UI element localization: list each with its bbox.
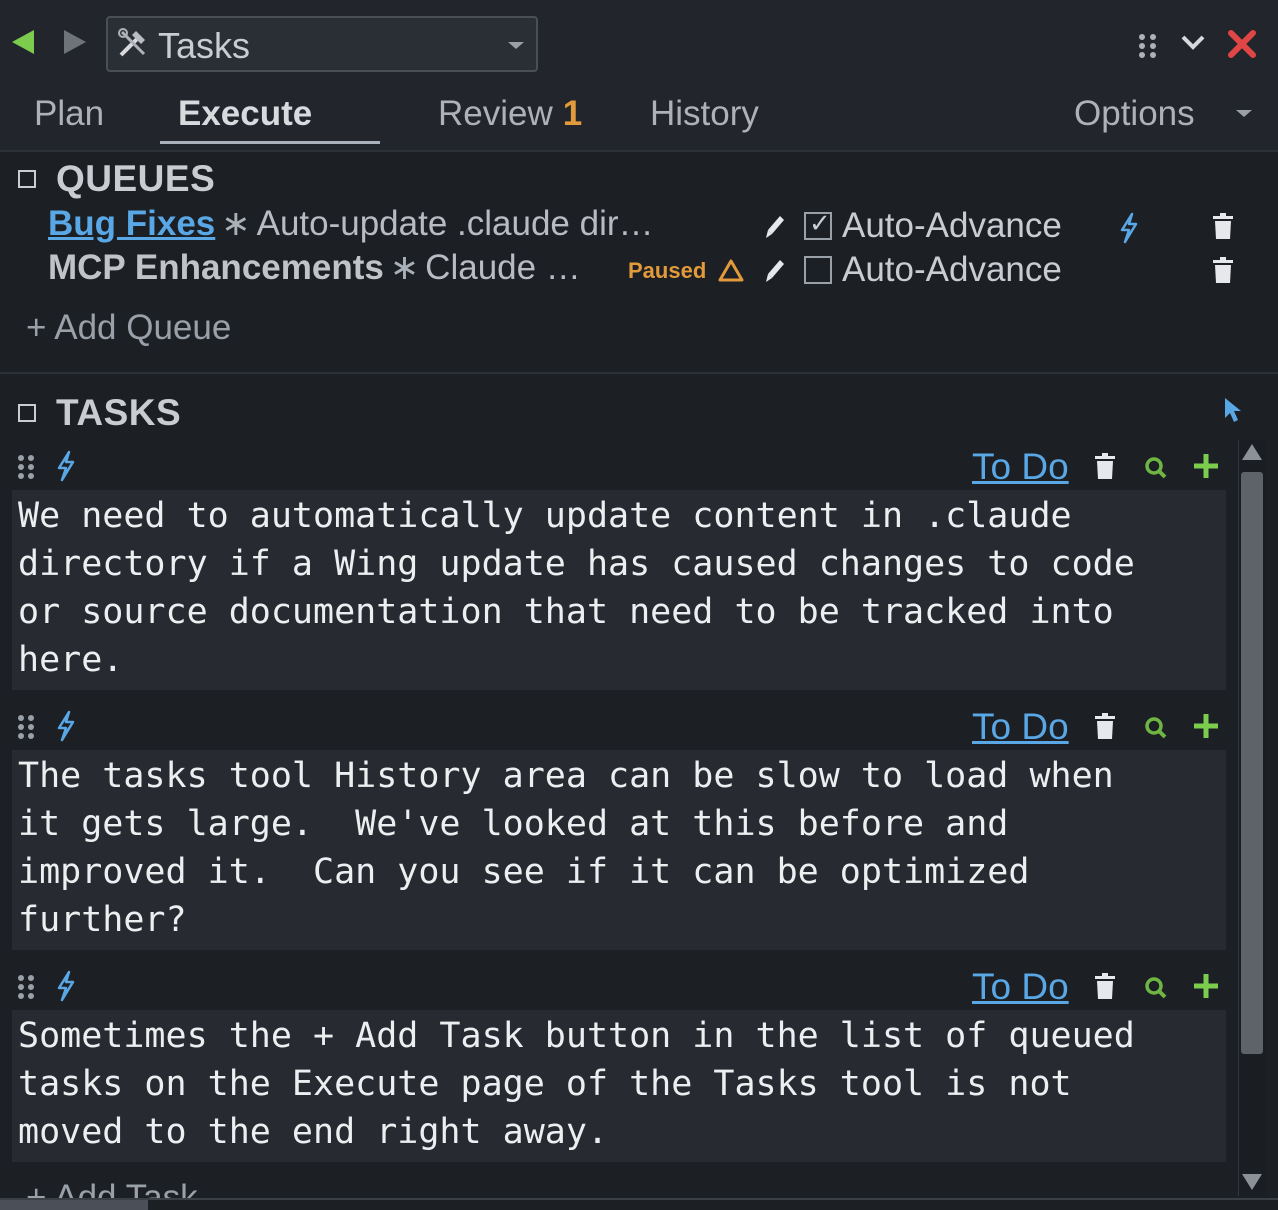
star-separator: ∗ (221, 204, 251, 243)
auto-advance-checkbox[interactable] (804, 256, 832, 284)
edit-pencil-icon[interactable] (764, 258, 786, 284)
task-description[interactable]: We need to automatically update content … (12, 490, 1226, 690)
trash-icon[interactable] (1212, 212, 1234, 240)
review-count-badge: 1 (562, 94, 583, 133)
add-icon[interactable] (1192, 972, 1220, 1000)
paused-status: Paused (628, 258, 707, 283)
tasks-heading: TASKS (56, 392, 182, 433)
task-list: To Do We need to automatically update co… (0, 440, 1236, 1200)
task-status-link[interactable]: To Do (972, 446, 1069, 488)
queue-task-icon[interactable] (1142, 714, 1168, 740)
task-item: To Do Sometimes the + Add Task button in… (12, 960, 1226, 1162)
task-header: To Do (12, 960, 1226, 1010)
tab-bar: Plan Execute Review 1 History Options (0, 88, 1278, 152)
lightning-bolt-icon[interactable] (54, 710, 78, 742)
tasks-collapse-toggle[interactable] (18, 404, 36, 422)
scrollbar-thumb[interactable] (1241, 472, 1263, 1054)
drag-handle-icon[interactable] (16, 974, 36, 1000)
tab-history[interactable]: History (650, 94, 759, 134)
checkmark-icon: ✓ (809, 208, 831, 238)
vertical-scrollbar[interactable] (1238, 440, 1266, 1196)
task-header: To Do (12, 440, 1226, 490)
queue-name[interactable]: MCP Enhancements (48, 248, 384, 287)
task-description[interactable]: The tasks tool History area can be slow … (12, 750, 1226, 950)
toolbar: Tasks (0, 0, 1278, 88)
tool-title: Tasks (158, 25, 251, 66)
task-item: To Do We need to automatically update co… (12, 440, 1226, 690)
tab-review[interactable]: Review 1 (438, 94, 582, 134)
section-divider (0, 372, 1278, 374)
queue-current-task: Claude … (425, 248, 581, 287)
collapse-chevron-icon[interactable] (1180, 32, 1206, 54)
horizontal-scroll-indicator[interactable] (0, 1200, 148, 1210)
tool-selector[interactable]: Tasks (106, 16, 538, 72)
queue-current-task: Auto-update .claude dir… (256, 204, 654, 243)
auto-advance-checkbox[interactable]: ✓ (804, 208, 832, 240)
trash-icon[interactable] (1212, 256, 1234, 284)
forward-arrow-icon[interactable] (64, 30, 86, 54)
queue-task-icon[interactable] (1142, 974, 1168, 1000)
close-icon[interactable] (1226, 28, 1258, 60)
tab-plan[interactable]: Plan (34, 94, 104, 134)
tab-options[interactable]: Options (1074, 94, 1195, 134)
trash-icon[interactable] (1094, 972, 1116, 1000)
warning-triangle-icon (718, 259, 744, 282)
task-description[interactable]: Sometimes the + Add Task button in the l… (12, 1010, 1226, 1162)
auto-advance-label: Auto-Advance (842, 206, 1062, 245)
edit-pencil-icon[interactable] (764, 214, 786, 240)
task-item: To Do The tasks tool History area can be… (12, 700, 1226, 950)
tools-icon (118, 28, 146, 57)
lightning-bolt-icon[interactable] (1116, 212, 1142, 244)
lightning-bolt-icon[interactable] (54, 450, 78, 482)
task-status-link[interactable]: To Do (972, 706, 1069, 748)
add-queue-button[interactable]: + Add Queue (26, 308, 231, 348)
queue-name-link[interactable]: Bug Fixes (48, 204, 215, 243)
queues-heading: QUEUES (56, 158, 216, 199)
auto-advance-label: Auto-Advance (842, 250, 1062, 289)
task-header: To Do (12, 700, 1226, 750)
trash-icon[interactable] (1094, 452, 1116, 480)
scroll-down-arrow-icon[interactable] (1242, 1174, 1262, 1190)
lightning-bolt-icon[interactable] (54, 970, 78, 1002)
chevron-down-icon (508, 42, 524, 49)
active-tab-underline (160, 141, 380, 144)
add-task-button[interactable]: + Add Task (26, 1178, 198, 1200)
scroll-up-arrow-icon[interactable] (1242, 444, 1262, 460)
drag-handle-icon[interactable] (1136, 32, 1160, 60)
queue-row: Bug Fixes ∗ Auto-update .claude dir… (48, 204, 654, 248)
add-icon[interactable] (1192, 712, 1220, 740)
queue-row: MCP Enhancements ∗ Claude … (48, 248, 581, 292)
add-icon[interactable] (1192, 452, 1220, 480)
tab-execute[interactable]: Execute (178, 94, 312, 134)
drag-handle-icon[interactable] (16, 454, 36, 480)
pointer-cursor-icon (1225, 398, 1241, 422)
tab-review-label: Review (438, 94, 553, 133)
task-status-link[interactable]: To Do (972, 966, 1069, 1008)
drag-handle-icon[interactable] (16, 714, 36, 740)
bottom-divider (0, 1198, 1278, 1200)
back-arrow-icon[interactable] (12, 30, 34, 54)
star-separator: ∗ (389, 248, 420, 287)
trash-icon[interactable] (1094, 712, 1116, 740)
options-dropdown-icon (1236, 110, 1252, 117)
queue-task-icon[interactable] (1142, 454, 1168, 480)
queues-collapse-toggle[interactable] (18, 170, 36, 188)
